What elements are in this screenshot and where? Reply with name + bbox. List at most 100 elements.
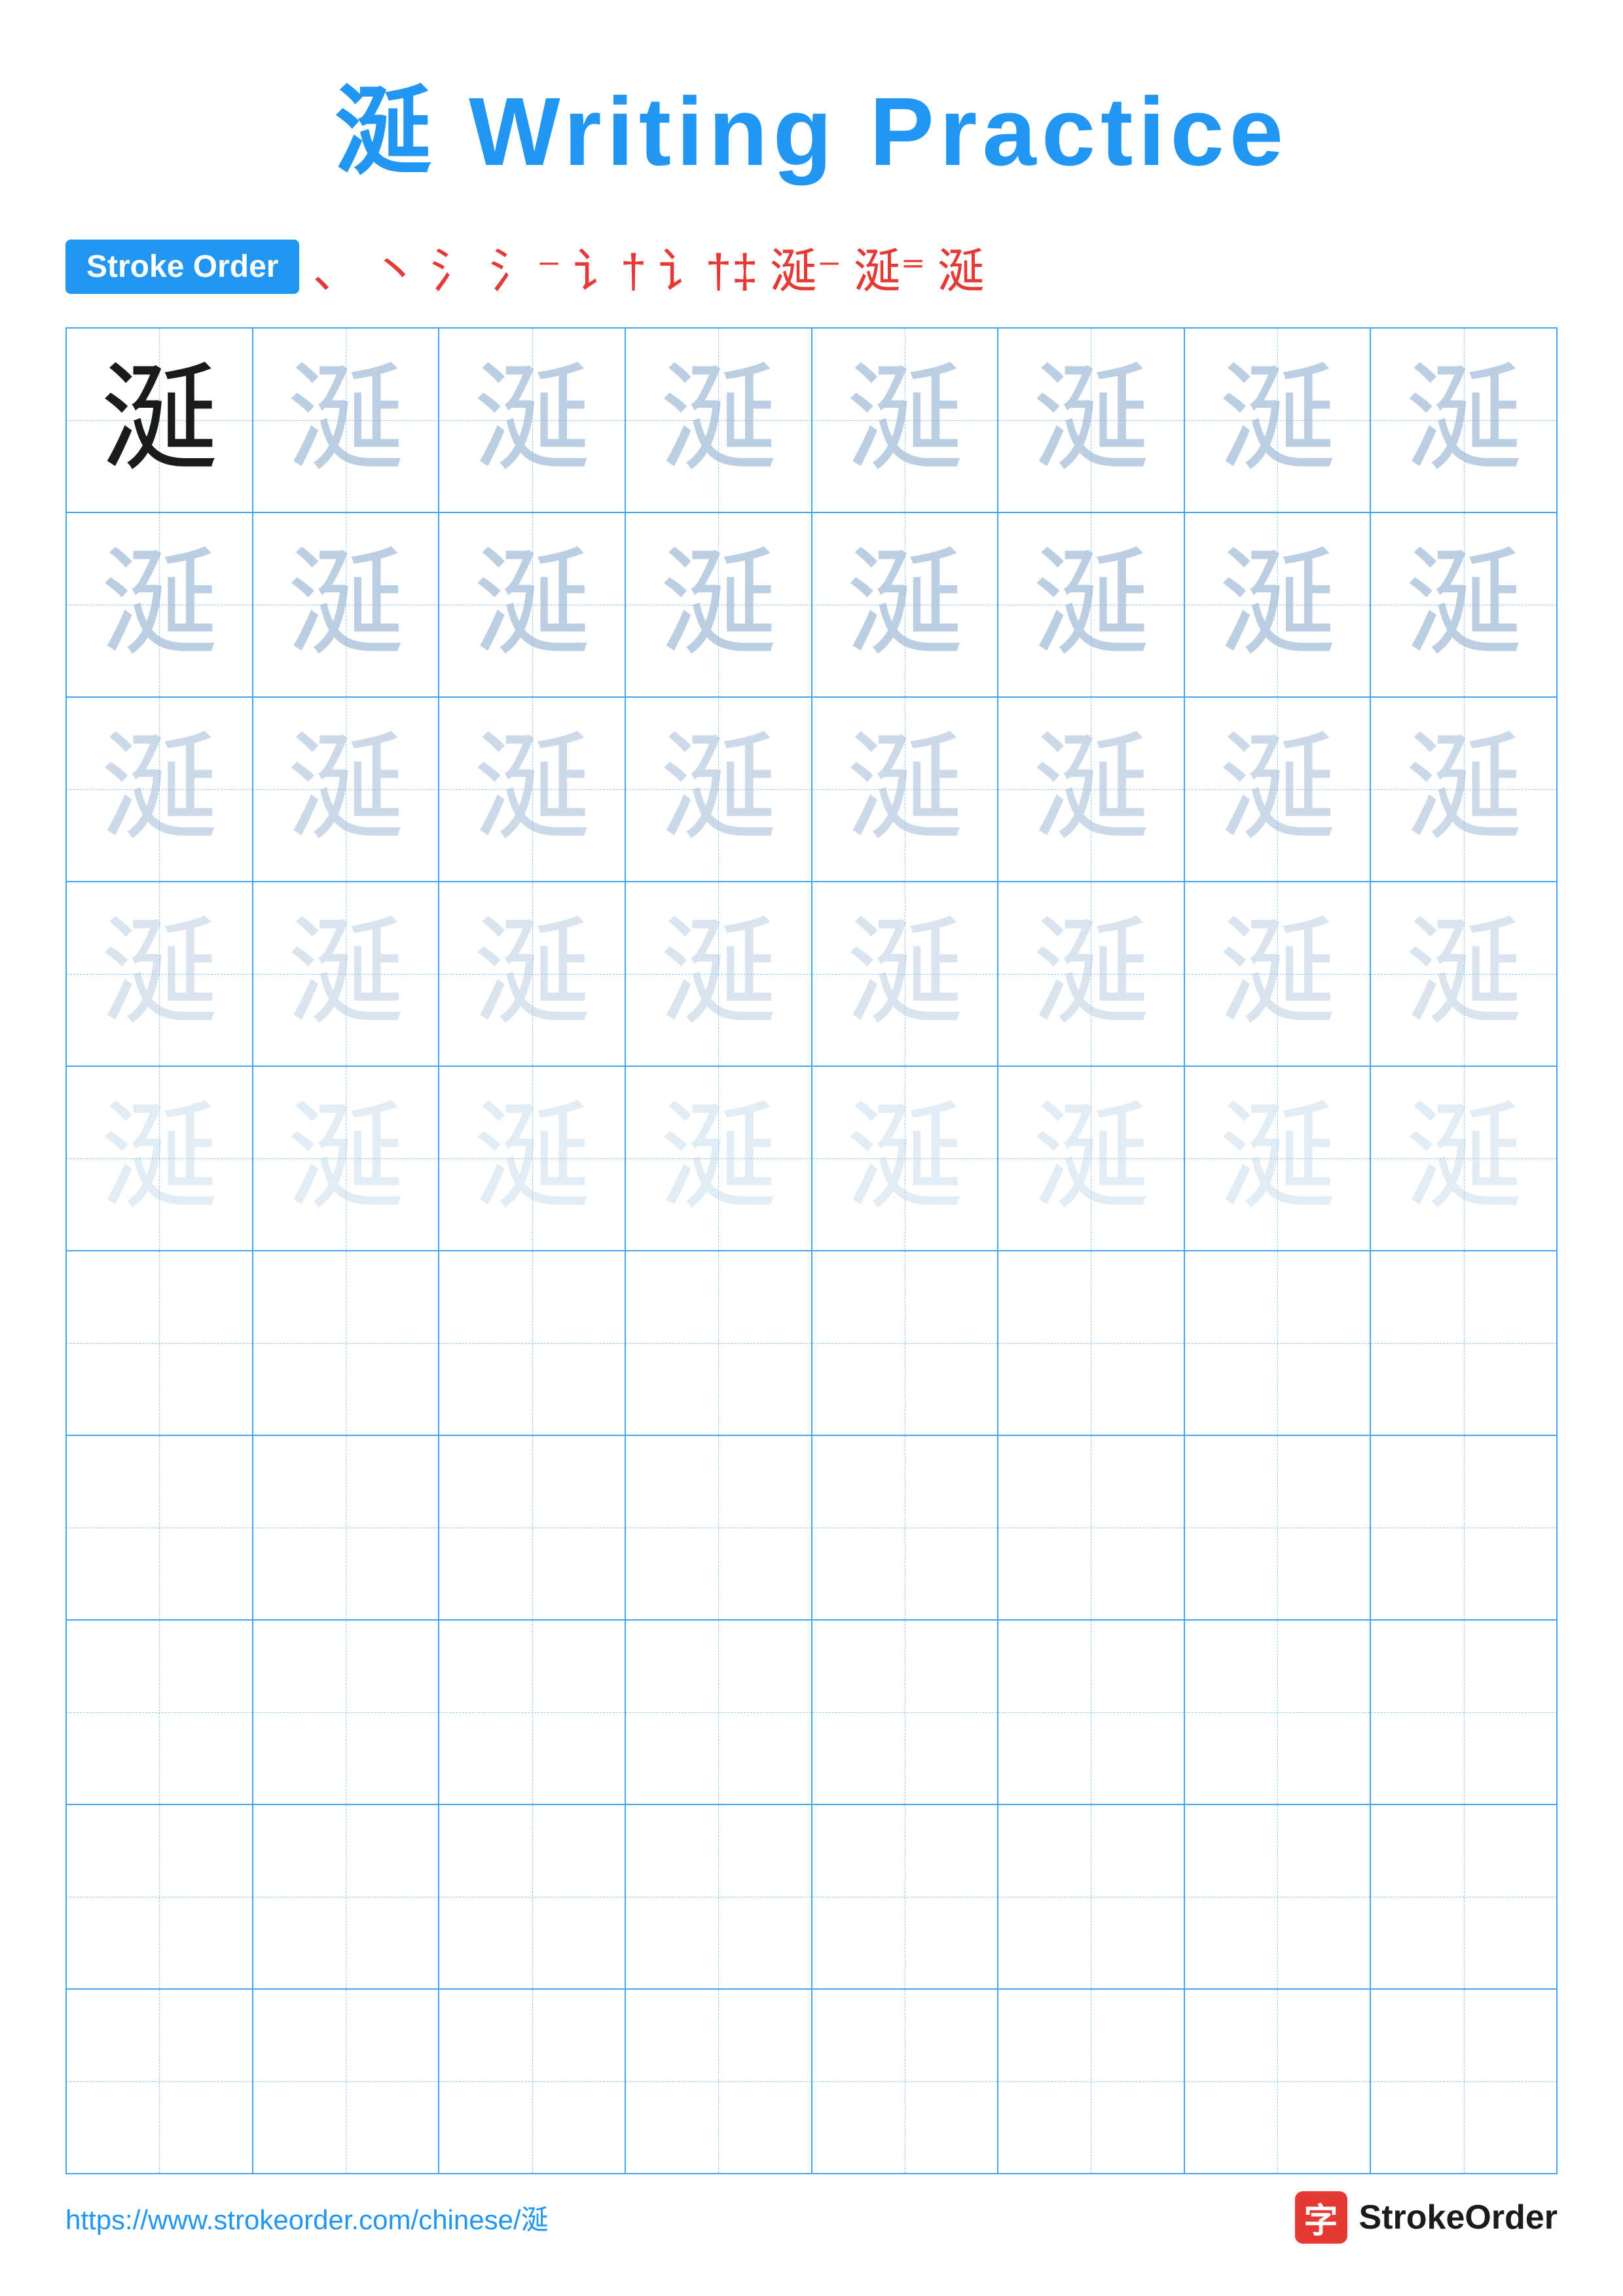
grid-cell[interactable]: [998, 1436, 1185, 1619]
grid-cell[interactable]: 涎: [1185, 513, 1372, 696]
grid-cell[interactable]: 涎: [626, 513, 812, 696]
grid-cell[interactable]: [67, 1251, 253, 1435]
grid-cell[interactable]: [998, 1805, 1185, 1988]
grid-cell[interactable]: 涎: [626, 1067, 812, 1250]
grid-cell[interactable]: 涎: [998, 513, 1185, 696]
stroke-2: 丶: [371, 232, 418, 301]
grid-cell[interactable]: 涎: [253, 513, 440, 696]
grid-row-2: 涎 涎 涎 涎 涎 涎 涎 涎: [67, 513, 1556, 698]
grid-cell[interactable]: [253, 1805, 440, 1988]
grid-cell[interactable]: 涎: [253, 1067, 440, 1250]
grid-cell[interactable]: [439, 1436, 626, 1619]
grid-cell[interactable]: 涎: [626, 698, 812, 881]
practice-char: 涎: [473, 915, 591, 1033]
stroke-4: 氵⁻: [489, 232, 561, 301]
practice-char: 涎: [473, 361, 591, 479]
grid-cell[interactable]: [253, 1251, 440, 1435]
grid-row-10: [67, 1990, 1556, 2173]
grid-row-6: [67, 1251, 1556, 1436]
grid-cell[interactable]: 涎: [812, 698, 999, 881]
grid-cell[interactable]: 涎: [1185, 329, 1372, 512]
grid-cell[interactable]: 涎: [67, 1067, 253, 1250]
stroke-6: 讠†‡: [659, 232, 758, 301]
grid-cell[interactable]: 涎: [1371, 1067, 1556, 1250]
grid-cell[interactable]: [439, 1251, 626, 1435]
grid-cell[interactable]: 涎: [626, 882, 812, 1066]
grid-cell[interactable]: [67, 1990, 253, 2173]
practice-char: 涎: [846, 1100, 964, 1217]
grid-cell[interactable]: [439, 1805, 626, 1988]
grid-cell[interactable]: 涎: [439, 698, 626, 881]
grid-cell[interactable]: [1371, 1436, 1556, 1619]
grid-cell[interactable]: [1371, 1251, 1556, 1435]
grid-cell[interactable]: [253, 1621, 440, 1804]
practice-char: 涎: [1405, 361, 1523, 479]
practice-char: 涎: [287, 546, 405, 664]
grid-cell[interactable]: 涎: [1371, 513, 1556, 696]
grid-cell[interactable]: 涎: [1371, 882, 1556, 1066]
grid-cell[interactable]: [812, 1805, 999, 1988]
grid-cell[interactable]: 涎: [1185, 1067, 1372, 1250]
grid-cell[interactable]: 涎: [439, 882, 626, 1066]
grid-cell[interactable]: 涎: [1371, 698, 1556, 881]
grid-cell[interactable]: 涎: [67, 882, 253, 1066]
grid-cell[interactable]: 涎: [1371, 329, 1556, 512]
grid-cell[interactable]: [1185, 1436, 1372, 1619]
grid-cell[interactable]: [253, 1436, 440, 1619]
grid-cell[interactable]: [626, 1621, 812, 1804]
grid-cell[interactable]: [67, 1805, 253, 1988]
grid-row-7: [67, 1436, 1556, 1621]
grid-cell[interactable]: 涎: [439, 513, 626, 696]
grid-cell[interactable]: [626, 1990, 812, 2173]
grid-cell[interactable]: [1371, 1621, 1556, 1804]
grid-cell[interactable]: [998, 1621, 1185, 1804]
grid-cell[interactable]: [1185, 1990, 1372, 2173]
grid-cell[interactable]: 涎: [998, 698, 1185, 881]
grid-row-8: [67, 1621, 1556, 1805]
practice-char: 涎: [100, 730, 218, 848]
grid-cell[interactable]: [812, 1436, 999, 1619]
grid-cell[interactable]: 涎: [1185, 698, 1372, 881]
grid-cell[interactable]: 涎: [998, 329, 1185, 512]
grid-cell[interactable]: [439, 1990, 626, 2173]
grid-cell[interactable]: [253, 1990, 440, 2173]
grid-cell[interactable]: [812, 1251, 999, 1435]
grid-cell[interactable]: 涎: [812, 1067, 999, 1250]
grid-cell[interactable]: 涎: [439, 1067, 626, 1250]
practice-char: 涎: [1218, 1100, 1336, 1217]
grid-cell[interactable]: 涎: [67, 513, 253, 696]
grid-cell[interactable]: [626, 1251, 812, 1435]
grid-cell[interactable]: [626, 1436, 812, 1619]
grid-cell[interactable]: [1371, 1990, 1556, 2173]
grid-cell[interactable]: 涎: [626, 329, 812, 512]
footer-logo-icon: 字: [1295, 2191, 1347, 2244]
grid-cell[interactable]: [1371, 1805, 1556, 1988]
grid-cell[interactable]: 涎: [253, 329, 440, 512]
grid-cell[interactable]: 涎: [812, 513, 999, 696]
grid-cell[interactable]: [998, 1251, 1185, 1435]
grid-cell[interactable]: [439, 1621, 626, 1804]
grid-cell[interactable]: [67, 1621, 253, 1804]
grid-cell[interactable]: 涎: [998, 1067, 1185, 1250]
grid-cell[interactable]: 涎: [67, 329, 253, 512]
grid-cell[interactable]: [1185, 1251, 1372, 1435]
grid-cell[interactable]: 涎: [253, 698, 440, 881]
grid-cell[interactable]: 涎: [812, 882, 999, 1066]
grid-cell[interactable]: [626, 1805, 812, 1988]
practice-char: 涎: [1218, 361, 1336, 479]
grid-cell[interactable]: 涎: [67, 698, 253, 881]
grid-cell[interactable]: [812, 1621, 999, 1804]
practice-char: 涎: [846, 361, 964, 479]
grid-cell[interactable]: [67, 1436, 253, 1619]
grid-cell[interactable]: [998, 1990, 1185, 2173]
grid-cell[interactable]: 涎: [439, 329, 626, 512]
footer-url[interactable]: https://www.strokeorder.com/chinese/涎: [65, 2198, 549, 2238]
grid-cell[interactable]: 涎: [998, 882, 1185, 1066]
grid-cell[interactable]: [1185, 1805, 1372, 1988]
grid-cell[interactable]: [812, 1990, 999, 2173]
grid-cell[interactable]: 涎: [1185, 882, 1372, 1066]
grid-cell[interactable]: 涎: [253, 882, 440, 1066]
grid-cell[interactable]: 涎: [812, 329, 999, 512]
stroke-3: 氵: [430, 232, 477, 301]
grid-cell[interactable]: [1185, 1621, 1372, 1804]
